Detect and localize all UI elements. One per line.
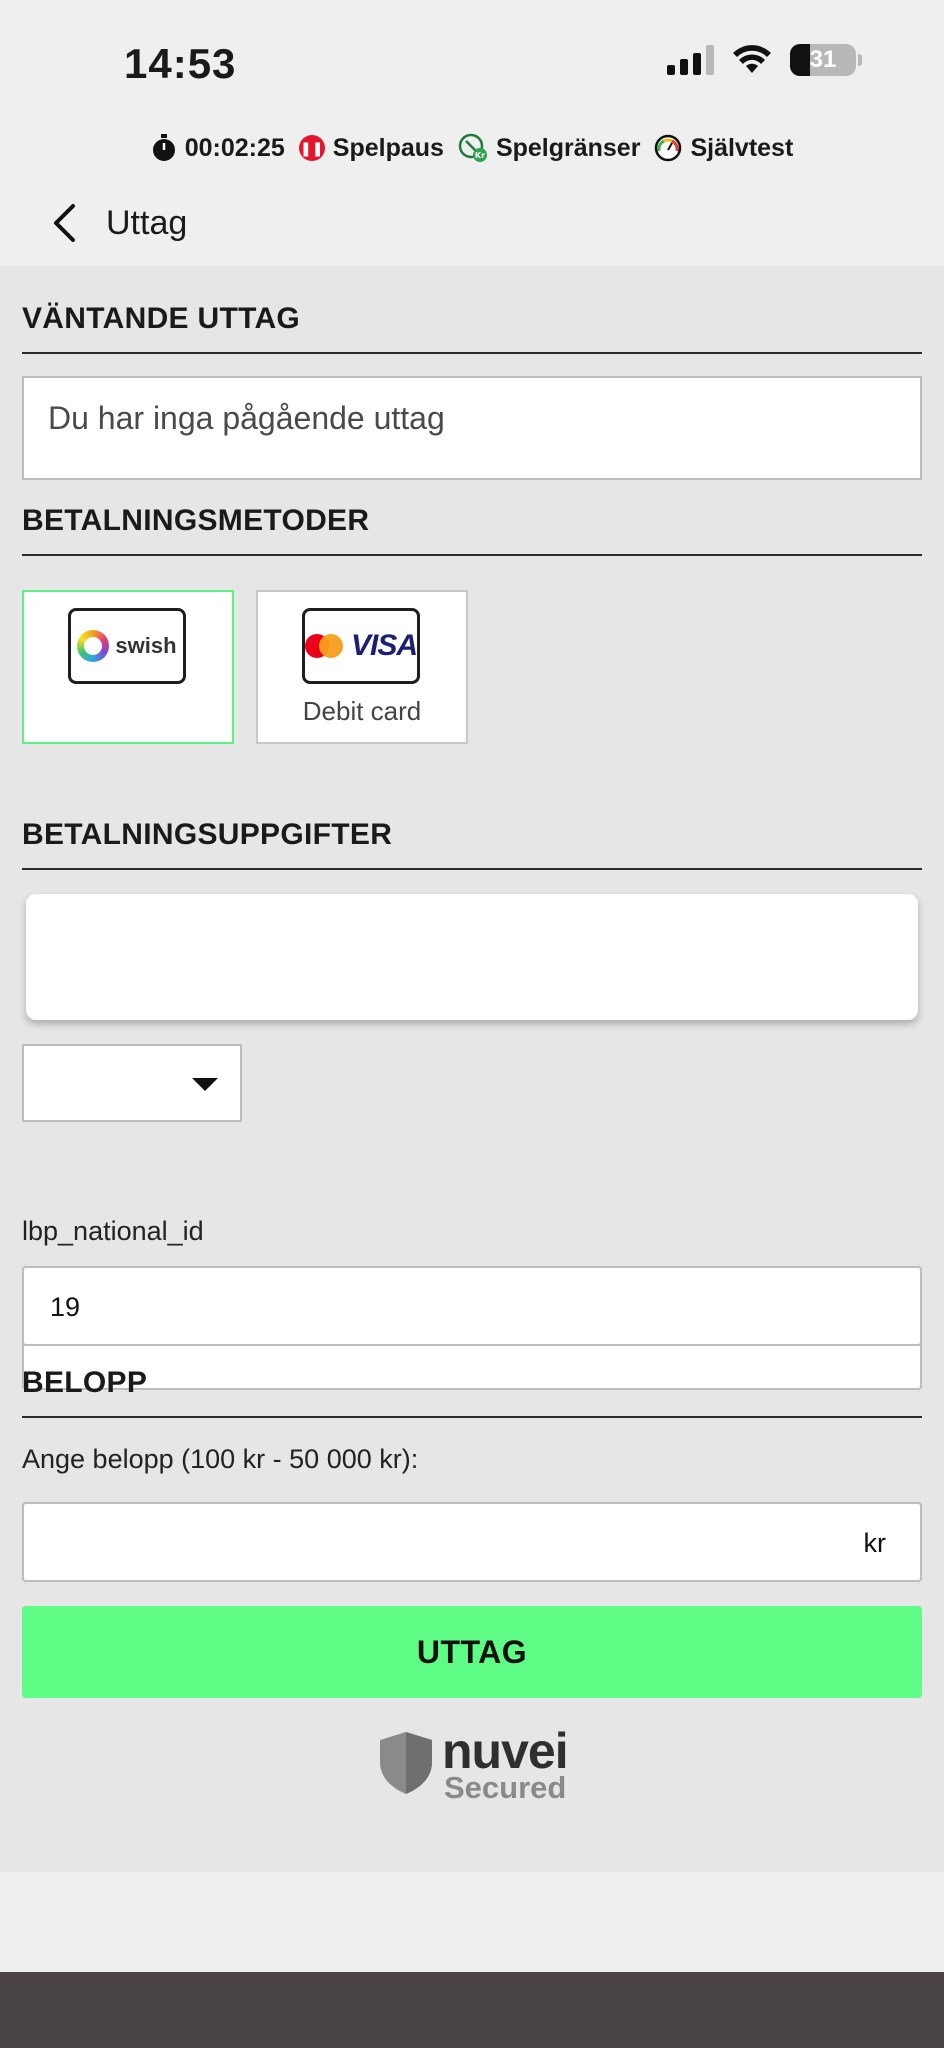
nuvei-secured-badge: nuvei Secured	[378, 1723, 578, 1810]
method-debit-card[interactable]: VISA Debit card	[256, 590, 468, 744]
spelpaus-link[interactable]: ❚❚ Spelpaus	[298, 133, 444, 163]
swish-logo-text: swish	[115, 633, 177, 658]
session-time: 00:02:25	[184, 133, 285, 162]
nav-header: Uttag	[0, 184, 944, 264]
gauge-icon	[655, 134, 682, 162]
national-id-field[interactable]: 19	[22, 1266, 922, 1346]
sjalvtest-label: Självtest	[690, 133, 794, 162]
amount-label: Ange belopp (100 kr - 50 000 kr):	[22, 1444, 419, 1474]
divider	[22, 554, 922, 556]
battery-tip	[858, 54, 862, 66]
status-bar: 14:53 31	[0, 0, 944, 120]
status-icons: 31	[667, 44, 862, 76]
spelpaus-label: Spelpaus	[332, 133, 444, 162]
withdrawal-content: VÄNTANDE UTTAG Du har inga pågående utta…	[0, 266, 944, 1872]
bottom-bar	[0, 1972, 944, 2048]
divider	[22, 1416, 922, 1418]
spelgranser-label: Spelgränser	[495, 133, 641, 162]
divider	[22, 868, 922, 870]
currency-suffix: kr	[863, 1528, 887, 1558]
back-button[interactable]	[44, 198, 84, 248]
shield-icon	[380, 1732, 432, 1794]
swish-logo: swish	[68, 608, 186, 684]
amount-section-title: BELOPP	[22, 1366, 148, 1399]
responsible-gaming-bar: 00:02:25 ❚❚ Spelpaus Kr Spelgränser Själ…	[0, 128, 944, 168]
pause-icon: ❚❚	[298, 135, 325, 161]
withdraw-button[interactable]: UTTAG	[22, 1606, 922, 1698]
visa-logo-text: VISA	[350, 629, 418, 662]
status-time: 14:53	[124, 40, 237, 87]
wifi-icon	[733, 45, 771, 73]
pending-message: Du har inga pågående uttag	[48, 400, 445, 436]
pending-withdrawals-box: Du har inga pågående uttag	[22, 376, 922, 480]
cellular-signal-icon	[667, 45, 714, 75]
payment-details-field[interactable]	[26, 894, 918, 1020]
method-label: Debit card	[302, 696, 422, 726]
sjalvtest-link[interactable]: Självtest	[654, 134, 793, 163]
pending-section-title: VÄNTANDE UTTAG	[22, 302, 301, 335]
country-code-select[interactable]	[22, 1044, 242, 1122]
page-title: Uttag	[106, 204, 188, 242]
svg-text:Kr: Kr	[475, 151, 485, 160]
session-timer: 00:02:25	[151, 134, 285, 163]
bottom-spacer	[0, 1872, 944, 1972]
spelgranser-link[interactable]: Kr Spelgränser	[458, 133, 641, 163]
secured-tagline: Secured	[444, 1770, 567, 1805]
battery-level: 31	[809, 46, 837, 73]
swish-icon	[77, 630, 110, 662]
chevron-left-icon	[54, 204, 75, 242]
divider	[22, 352, 922, 354]
national-id-label: lbp_national_id	[22, 1216, 204, 1246]
battery-icon: 31	[790, 44, 856, 76]
details-section-title: BETALNINGSUPPGIFTER	[22, 818, 393, 851]
card-logo: VISA	[302, 608, 420, 684]
limits-icon: Kr	[458, 133, 487, 162]
stopwatch-icon	[152, 134, 175, 161]
national-id-value: 19	[50, 1292, 81, 1322]
method-swish[interactable]: swish	[22, 590, 234, 744]
amount-field[interactable]: kr	[22, 1502, 922, 1582]
methods-section-title: BETALNINGSMETODER	[22, 504, 370, 537]
mastercard-icon	[304, 634, 343, 658]
caret-down-icon	[192, 1078, 218, 1091]
